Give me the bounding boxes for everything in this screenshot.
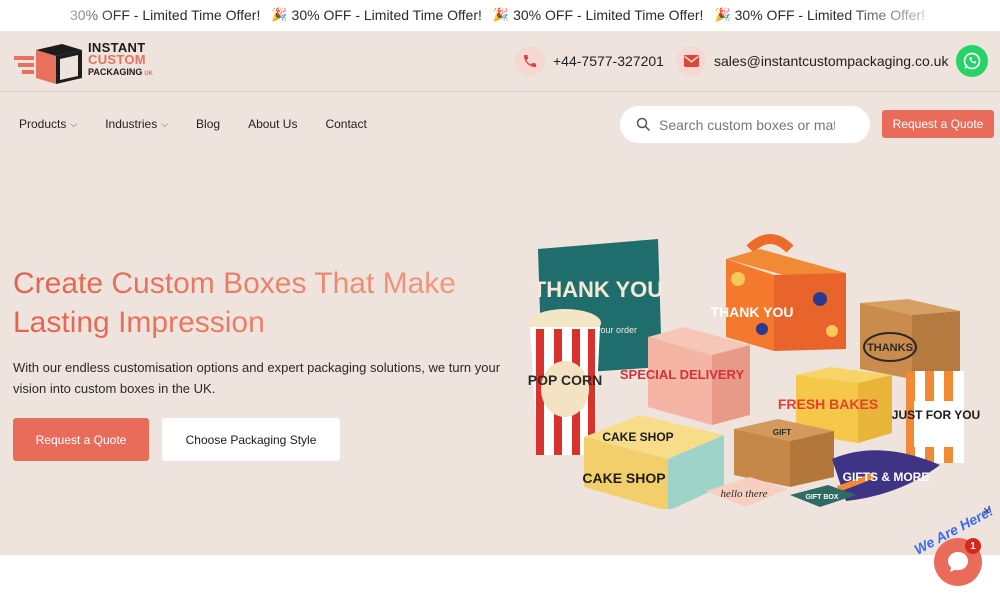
logo-line-2: CUSTOM bbox=[88, 52, 146, 67]
chevron-down-icon: ⌵ bbox=[70, 118, 78, 129]
promo-marquee: 30% OFF - Limited Time Offer! 🎉 30% OFF -… bbox=[0, 0, 1000, 31]
logo-line-3: PACKAGING bbox=[88, 67, 143, 77]
whatsapp-icon bbox=[963, 52, 981, 70]
chevron-down-icon: ⌵ bbox=[161, 118, 169, 129]
svg-text:THANKS: THANKS bbox=[867, 342, 913, 354]
promo-item: 🎉 30% OFF - Limited Time Offer! bbox=[271, 7, 482, 23]
svg-text:GIFT BOX: GIFT BOX bbox=[805, 494, 838, 501]
svg-text:GIFTS & MORE: GIFTS & MORE bbox=[843, 470, 930, 484]
cake-shop-box-image: CAKE SHOP CAKE SHOP bbox=[582, 415, 724, 509]
just-for-you-box-image: JUST FOR YOU bbox=[892, 371, 980, 463]
nav-item-industries[interactable]: Industries ⌵ bbox=[105, 117, 168, 131]
mail-icon bbox=[676, 46, 706, 76]
phone-contact[interactable]: +44-7577-327201 bbox=[515, 46, 664, 76]
hero-section: INSTANT CUSTOM PACKAGING UK +44-7577-3272… bbox=[0, 31, 1000, 555]
request-quote-button[interactable]: Request a Quote bbox=[13, 418, 149, 461]
svg-text:hello there: hello there bbox=[721, 488, 768, 500]
gift-kraft-box-image: GIFT bbox=[734, 419, 834, 487]
party-icon: 🎉 bbox=[271, 7, 288, 22]
box-logo-icon bbox=[14, 44, 82, 84]
thanks-kraft-box-image: THANKS bbox=[860, 299, 960, 379]
email-contact[interactable]: sales@instantcustompackaging.co.uk bbox=[676, 46, 948, 76]
choose-packaging-style-button[interactable]: Choose Packaging Style bbox=[162, 418, 340, 461]
email-address[interactable]: sales@instantcustompackaging.co.uk bbox=[714, 53, 948, 69]
nav-item-products[interactable]: Products ⌵ bbox=[19, 117, 77, 131]
search-input[interactable] bbox=[659, 116, 835, 133]
nav-item-blog[interactable]: Blog bbox=[196, 117, 220, 131]
whatsapp-button[interactable] bbox=[956, 45, 988, 77]
party-icon: 🎉 bbox=[714, 7, 731, 22]
request-quote-button-header[interactable]: Request a Quote bbox=[882, 110, 994, 138]
svg-text:THANK YOU: THANK YOU bbox=[533, 277, 663, 302]
svg-text:FRESH BAKES: FRESH BAKES bbox=[778, 396, 878, 412]
main-nav: Products ⌵ Industries ⌵ Blog About Us Cont… bbox=[19, 117, 395, 131]
thank-you-gift-box-image: THANK YOU bbox=[711, 234, 846, 351]
nav-item-about[interactable]: About Us bbox=[248, 117, 297, 131]
search-bar[interactable] bbox=[620, 106, 870, 143]
chat-bubble-icon bbox=[948, 552, 968, 572]
promo-item: 🎉 30% OFF - Limited Time Offer! bbox=[492, 7, 704, 23]
header-divider bbox=[0, 91, 1000, 92]
svg-text:CAKE SHOP: CAKE SHOP bbox=[602, 430, 673, 444]
svg-text:JUST FOR YOU: JUST FOR YOU bbox=[892, 408, 980, 422]
svg-text:SPECIAL DELIVERY: SPECIAL DELIVERY bbox=[620, 367, 745, 382]
phone-number[interactable]: +44-7577-327201 bbox=[553, 53, 664, 69]
phone-icon bbox=[515, 46, 545, 76]
hero-description: With our endless customisation options a… bbox=[13, 360, 501, 396]
logo-suffix: UK bbox=[144, 71, 154, 77]
hero-title: Create Custom Boxes That Make Lasting Im… bbox=[13, 264, 503, 342]
packaging-boxes-illustration: THANK YOU for your order POP CORN SPECIA… bbox=[528, 234, 980, 509]
svg-text:GIFT: GIFT bbox=[773, 428, 791, 437]
svg-text:POP CORN: POP CORN bbox=[528, 372, 602, 388]
nav-item-contact[interactable]: Contact bbox=[325, 117, 366, 131]
svg-text:CAKE SHOP: CAKE SHOP bbox=[582, 470, 665, 486]
site-logo[interactable]: INSTANT CUSTOM PACKAGING UK bbox=[12, 38, 162, 86]
search-icon bbox=[636, 117, 651, 132]
chat-notification-badge: 1 bbox=[965, 538, 981, 554]
svg-text:THANK YOU: THANK YOU bbox=[711, 304, 794, 320]
popcorn-box-image: POP CORN bbox=[528, 309, 602, 455]
party-icon: 🎉 bbox=[492, 7, 510, 22]
